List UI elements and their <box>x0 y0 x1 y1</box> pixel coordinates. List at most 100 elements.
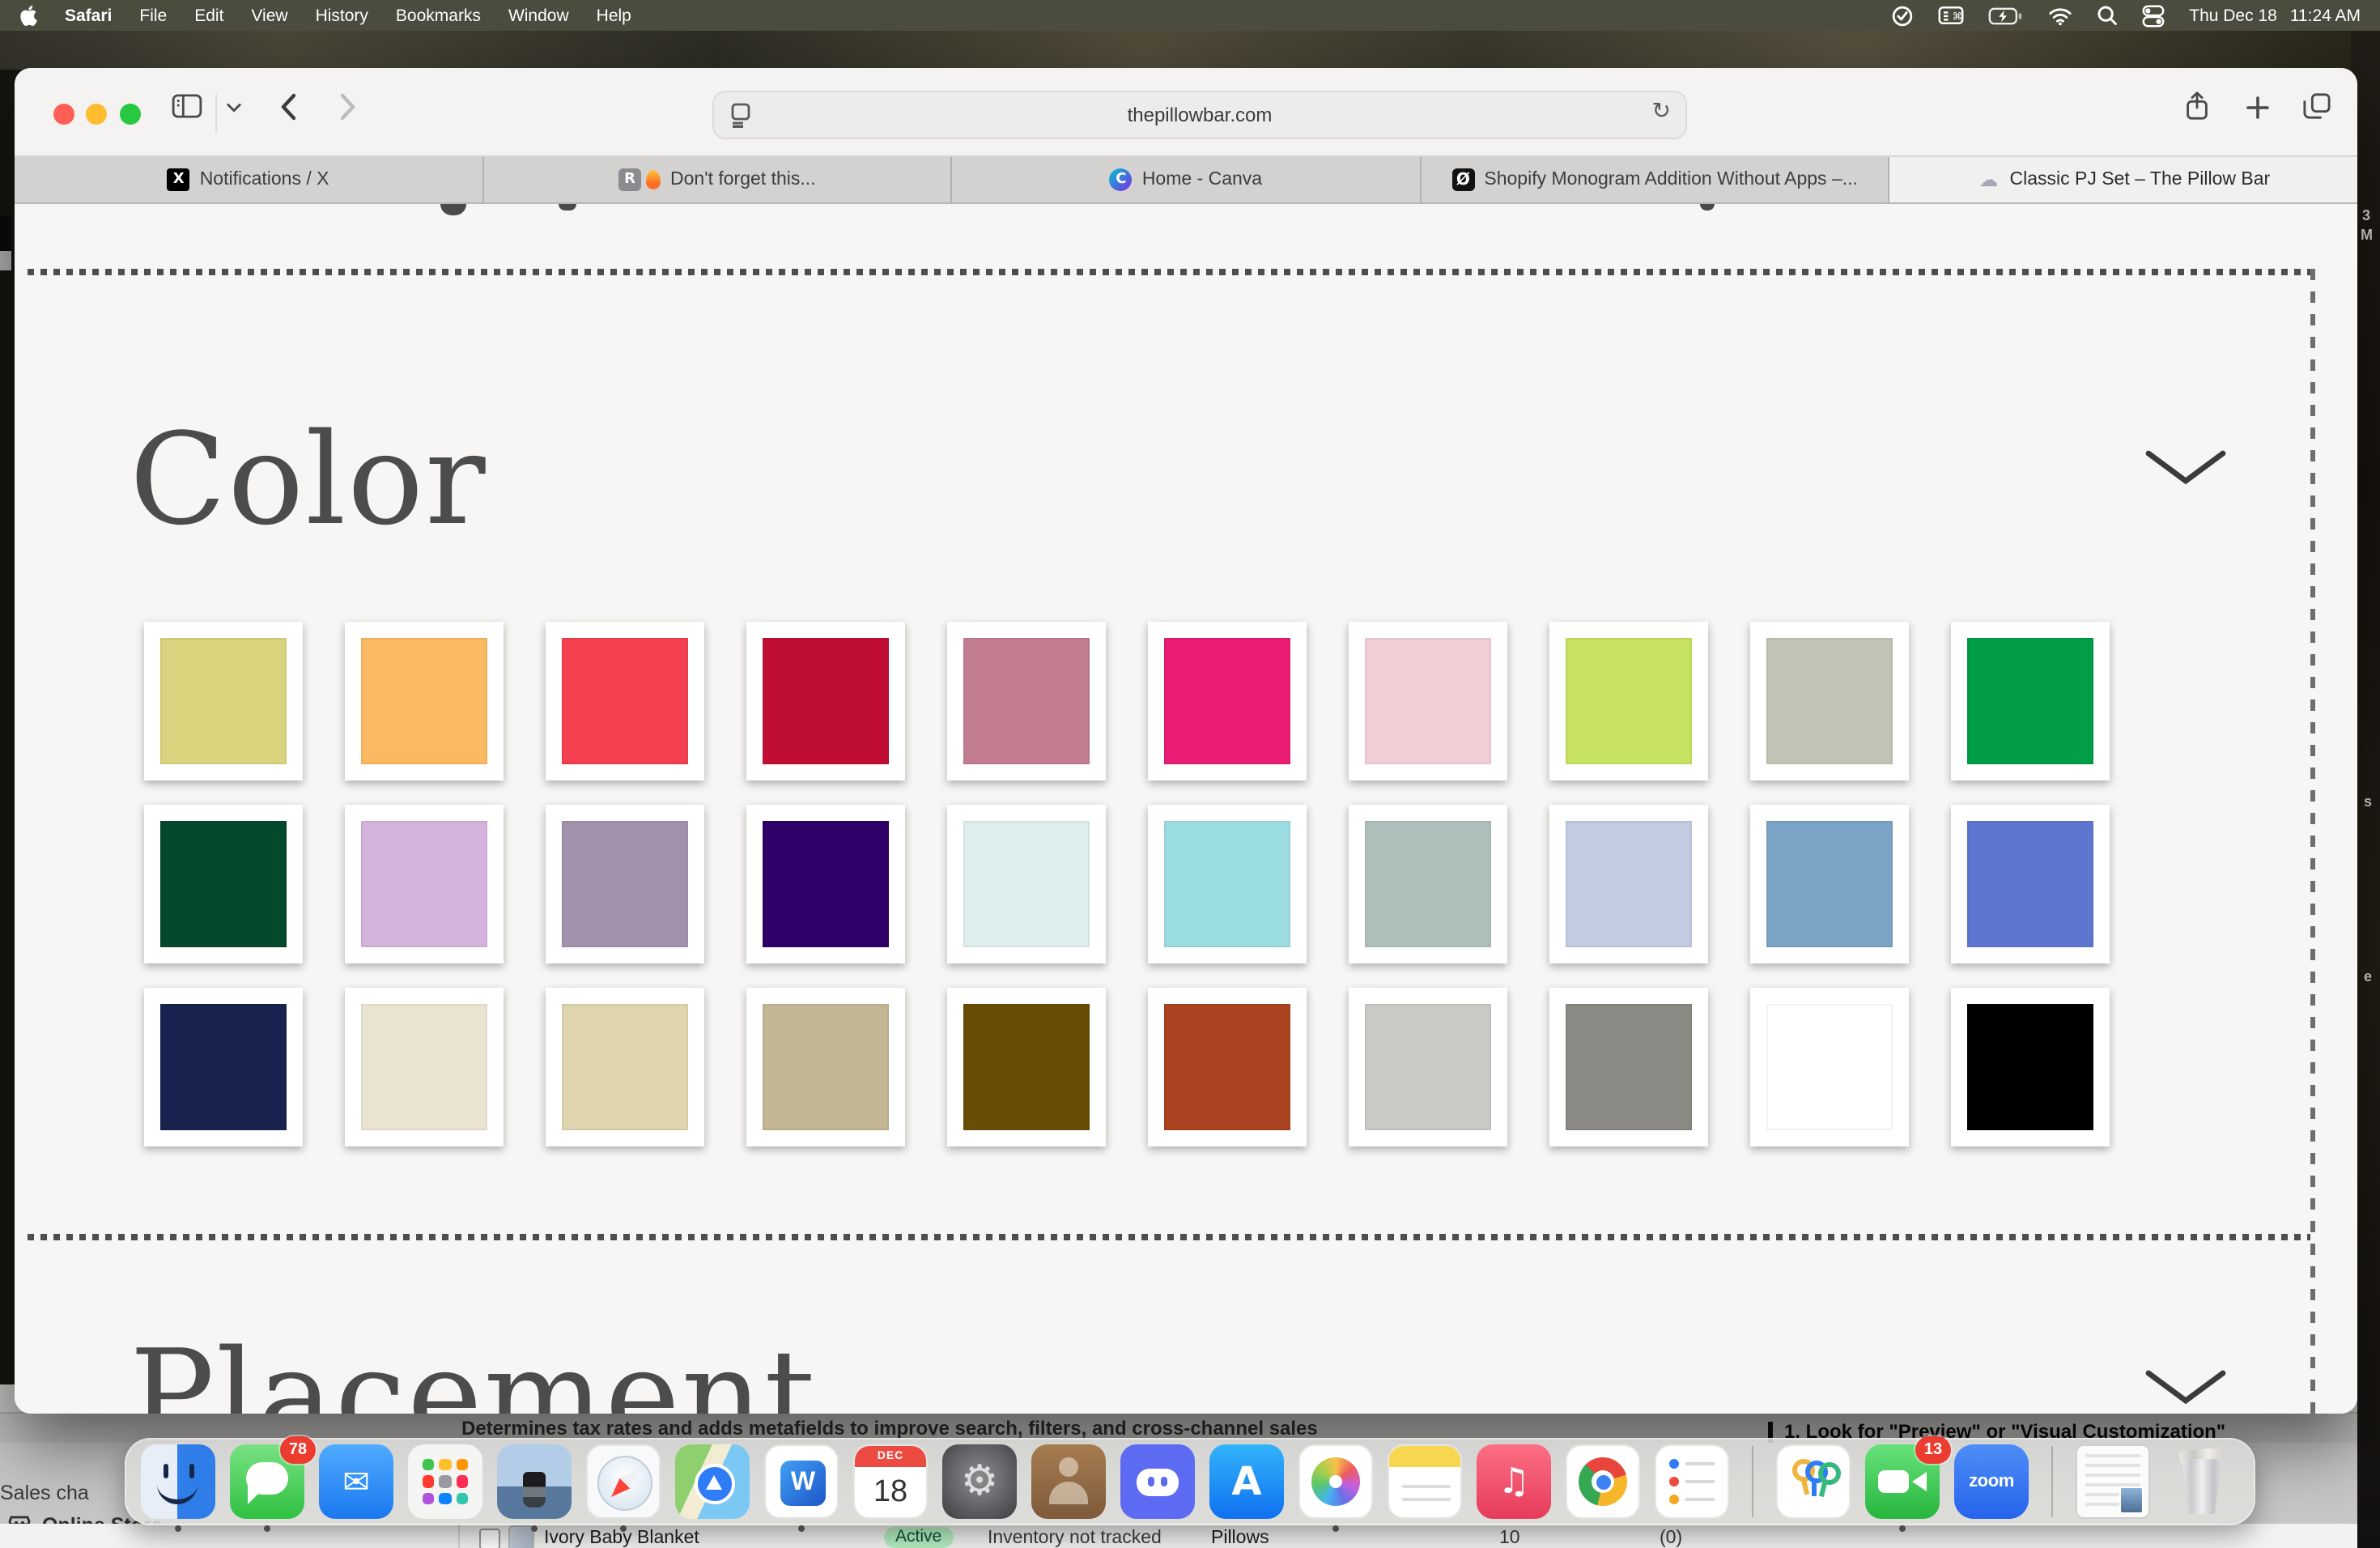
dock-safari[interactable] <box>586 1444 661 1519</box>
color-swatch-r2-c8[interactable] <box>1549 805 1708 963</box>
browser-tab-3[interactable]: CHome - Canva <box>952 157 1421 202</box>
dock-calendar[interactable]: DEC18 <box>853 1444 928 1519</box>
menu-help[interactable]: Help <box>597 6 631 25</box>
menu-bookmarks[interactable]: Bookmarks <box>396 6 481 25</box>
color-swatch-r1-c5[interactable] <box>947 622 1106 780</box>
menu-edit[interactable]: Edit <box>194 6 223 25</box>
menu-file[interactable]: File <box>139 6 167 25</box>
control-center-icon[interactable] <box>2142 4 2165 27</box>
back-button[interactable] <box>278 92 298 121</box>
battery-icon[interactable] <box>1988 6 2024 25</box>
browser-tab-4[interactable]: ØShopify Monogram Addition Without Apps … <box>1422 157 1890 202</box>
color-swatch-r3-c8[interactable] <box>1549 988 1708 1146</box>
color-swatch-r1-c1[interactable] <box>144 622 303 780</box>
forward-button[interactable] <box>338 92 358 121</box>
color-swatch-r1-c10[interactable] <box>1951 622 2110 780</box>
safari-icon <box>586 1444 661 1519</box>
browser-tab-5-active[interactable]: ☁Classic PJ Set – The Pillow Bar <box>1890 157 2357 202</box>
color-swatch-r1-c6[interactable] <box>1148 622 1307 780</box>
color-swatch-r2-c5[interactable] <box>947 805 1106 963</box>
dock-trash[interactable] <box>2165 1444 2239 1519</box>
color-swatch-r3-c5[interactable] <box>947 988 1106 1146</box>
color-swatch-r3-c4[interactable] <box>746 988 905 1146</box>
color-swatch-r3-c6[interactable] <box>1148 988 1307 1146</box>
dock-notes[interactable] <box>1388 1444 1462 1519</box>
dock-contacts[interactable] <box>1031 1444 1106 1519</box>
minimize-window-button[interactable] <box>86 104 107 125</box>
color-swatch-r2-c4[interactable] <box>746 805 905 963</box>
dock-passwords[interactable] <box>1776 1444 1851 1519</box>
swatch-color <box>562 821 688 947</box>
row-checkbox[interactable] <box>479 1529 500 1548</box>
color-swatch-r2-c3[interactable] <box>546 805 704 963</box>
color-swatch-r3-c7[interactable] <box>1349 988 1507 1146</box>
product-table-row[interactable]: Ivory Baby Blanket Active Inventory not … <box>0 1524 2357 1548</box>
dock-photo-window[interactable] <box>497 1444 572 1519</box>
color-swatch-r2-c1[interactable] <box>144 805 303 963</box>
browser-tab-1[interactable]: XNotifications / X <box>15 157 483 202</box>
dock-minimized-window[interactable] <box>2076 1444 2150 1519</box>
dock-finder[interactable] <box>141 1444 215 1519</box>
tab-overview-icon[interactable] <box>2302 92 2331 120</box>
dock-launchpad[interactable] <box>408 1444 482 1519</box>
color-swatch-r3-c10[interactable] <box>1951 988 2110 1146</box>
menu-window[interactable]: Window <box>508 6 569 25</box>
address-bar[interactable]: thepillowbar.com ↻ <box>712 91 1687 139</box>
sidebar-item-sales-channels[interactable]: Sales cha <box>0 1482 89 1504</box>
color-swatch-r3-c2[interactable] <box>345 988 504 1146</box>
dock-word[interactable]: W <box>764 1444 839 1519</box>
color-swatch-r1-c4[interactable] <box>746 622 905 780</box>
spotlight-search-icon[interactable] <box>2097 5 2118 26</box>
dock-music[interactable]: ♫ <box>1477 1444 1551 1519</box>
color-swatch-r2-c7[interactable] <box>1349 805 1507 963</box>
dock-chrome[interactable] <box>1566 1444 1640 1519</box>
reader-view-icon[interactable] <box>729 102 753 136</box>
dock-mail[interactable]: ✉ <box>319 1444 393 1519</box>
color-swatch-r2-c6[interactable] <box>1148 805 1307 963</box>
color-swatch-r1-c3[interactable] <box>546 622 704 780</box>
color-swatch-r2-c10[interactable] <box>1951 805 2110 963</box>
menu-history[interactable]: History <box>316 6 368 25</box>
x-favicon-icon: X <box>168 168 190 191</box>
collapse-chevron-icon[interactable] <box>2144 447 2228 497</box>
sidebar-toggle-icon[interactable] <box>172 94 202 118</box>
dock-reminders[interactable] <box>1655 1444 1729 1519</box>
dock-zoom[interactable]: zoom <box>1954 1444 2029 1519</box>
sidebar-chevron-icon[interactable] <box>227 102 241 113</box>
color-swatch-r2-c2[interactable] <box>345 805 504 963</box>
color-swatch-r3-c1[interactable] <box>144 988 303 1146</box>
dock-app-store[interactable]: A <box>1209 1444 1284 1519</box>
dock-maps[interactable] <box>675 1444 750 1519</box>
color-swatch-r1-c8[interactable] <box>1549 622 1708 780</box>
color-swatch-r2-c9[interactable] <box>1750 805 1909 963</box>
menu-bar-clock[interactable]: Thu Dec 18 11:24 AM <box>2189 6 2361 25</box>
new-tab-icon[interactable] <box>2246 96 2270 120</box>
browser-tab-2[interactable]: RDon't forget this... <box>483 157 952 202</box>
color-swatch-r1-c7[interactable] <box>1349 622 1507 780</box>
zoom-window-button[interactable] <box>120 104 141 125</box>
swatch-color <box>1967 638 2093 764</box>
keyboard-window-icon[interactable]: ⌘ <box>1938 5 1964 26</box>
apple-menu-icon[interactable] <box>19 5 37 26</box>
product-extra-count: (0) <box>1660 1529 1682 1548</box>
running-indicator <box>1899 1525 1906 1532</box>
dock-photos[interactable] <box>1298 1444 1373 1519</box>
color-swatch-r1-c2[interactable] <box>345 622 504 780</box>
color-swatch-r3-c9[interactable] <box>1750 988 1909 1146</box>
color-swatch-r3-c3[interactable] <box>546 988 704 1146</box>
swatch-color <box>160 821 287 947</box>
menu-view[interactable]: View <box>251 6 287 25</box>
dock-discord[interactable] <box>1120 1444 1195 1519</box>
dock-messages[interactable]: 78 <box>230 1444 304 1519</box>
swatch-color <box>1766 821 1893 947</box>
checkmark-circle-icon[interactable] <box>1891 4 1914 27</box>
wifi-icon[interactable] <box>2048 6 2072 25</box>
color-swatch-r1-c9[interactable] <box>1750 622 1909 780</box>
reload-icon[interactable]: ↻ <box>1652 99 1671 125</box>
close-window-button[interactable] <box>53 104 74 125</box>
collapse-chevron-icon[interactable] <box>2144 1367 2228 1414</box>
dock-system-settings[interactable]: ⚙ <box>942 1444 1017 1519</box>
menu-safari[interactable]: Safari <box>65 6 112 25</box>
dock-facetime[interactable]: 13 <box>1865 1444 1940 1519</box>
share-icon[interactable] <box>2184 91 2210 121</box>
